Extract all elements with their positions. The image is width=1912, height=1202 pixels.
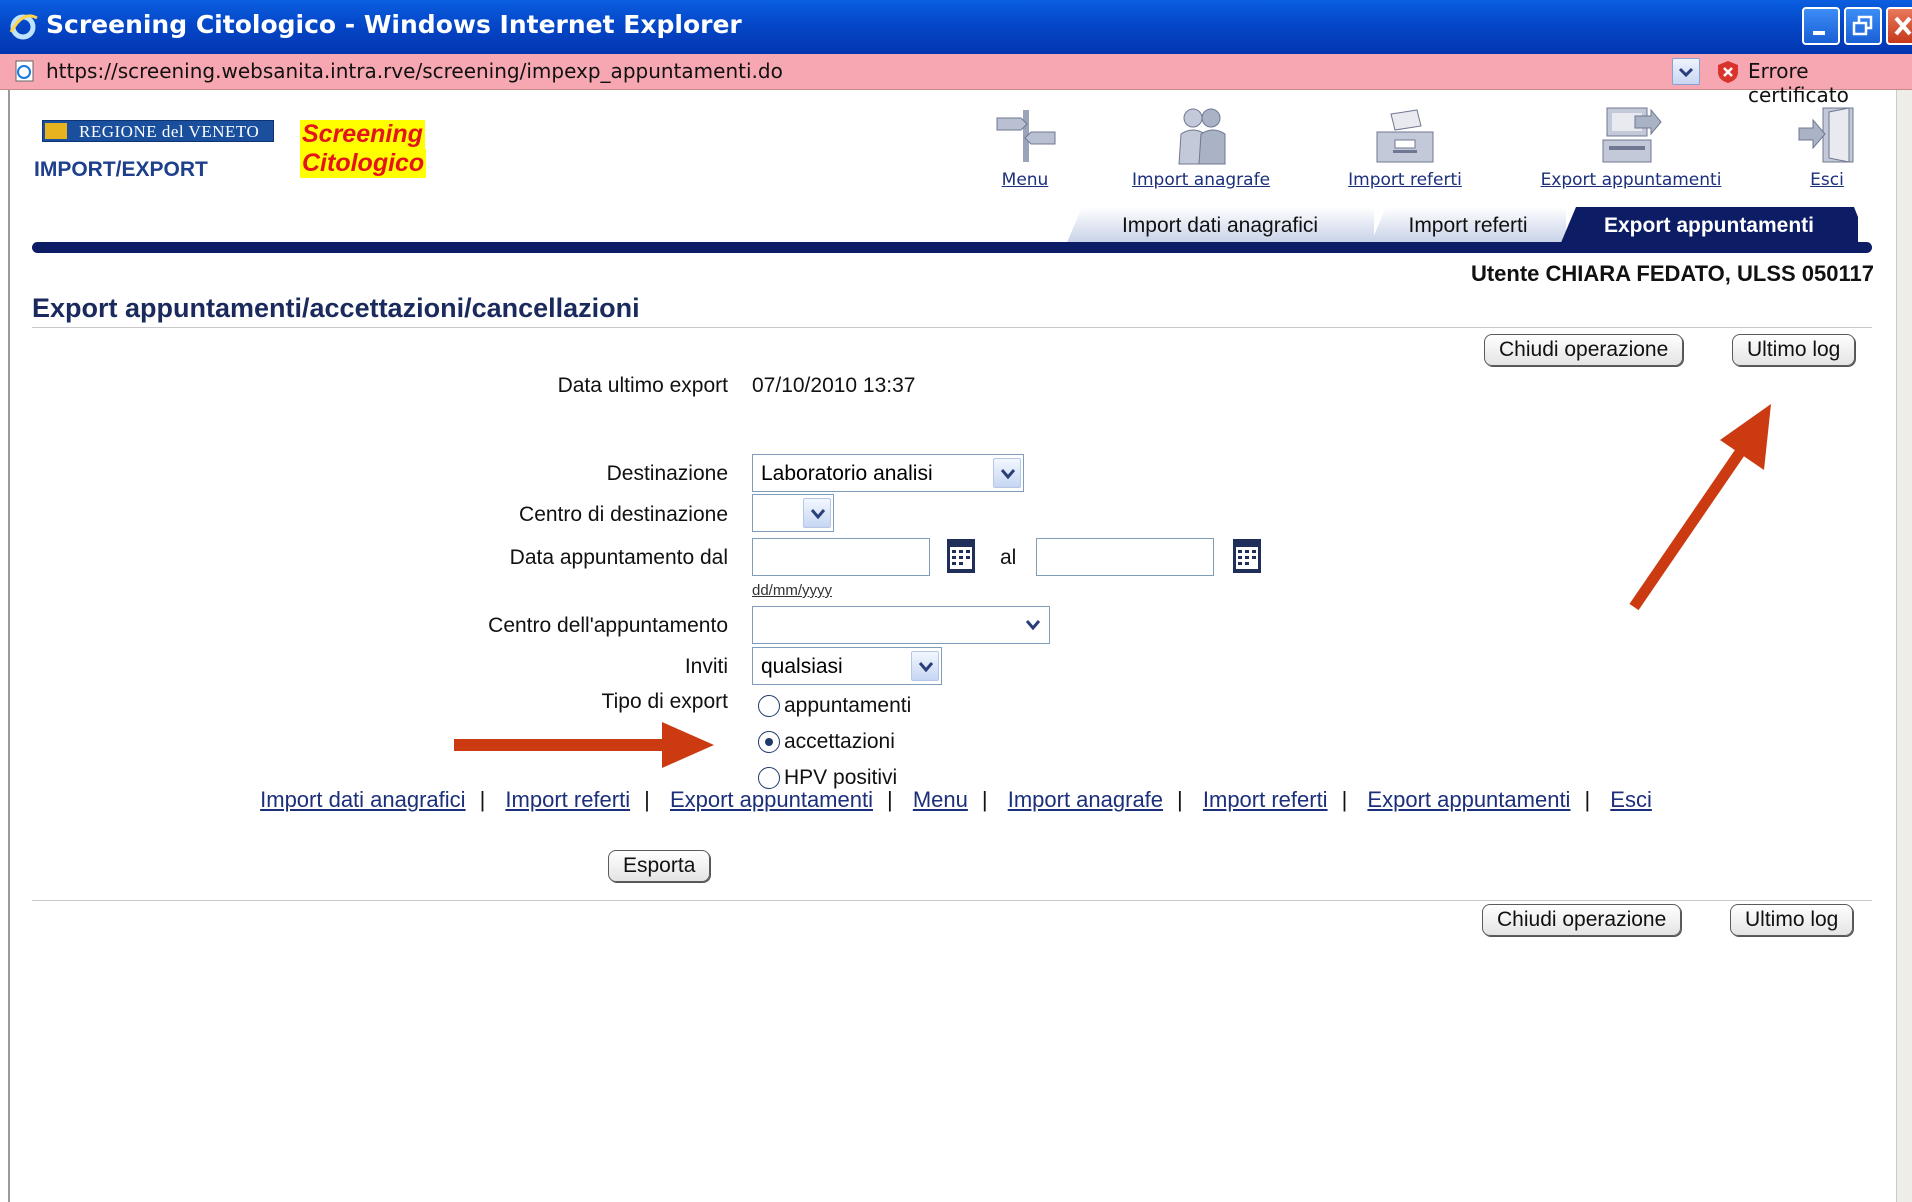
annotation-arrow-up-right bbox=[1629, 404, 1771, 611]
annotation-overlay bbox=[454, 404, 1771, 768]
annotation-arrow-right bbox=[454, 722, 714, 768]
